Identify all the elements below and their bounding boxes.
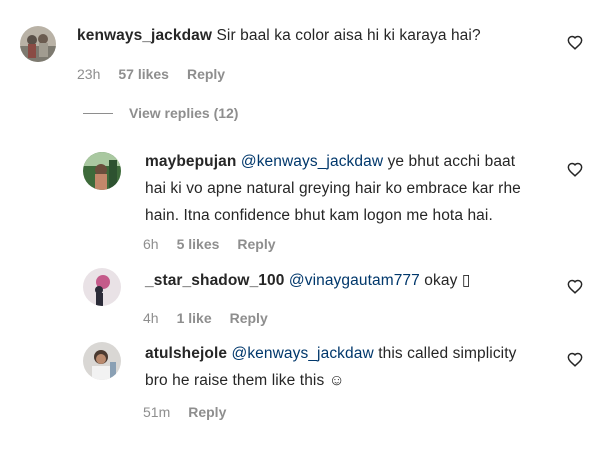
comment-meta: 23h 57 likes Reply <box>77 66 225 82</box>
comment-text: maybepujan @kenways_jackdaw ye bhut acch… <box>145 148 545 229</box>
comment-time[interactable]: 4h <box>143 310 159 326</box>
reply-button[interactable]: Reply <box>237 236 275 252</box>
comment-body: Sir baal ka color aisa hi ki karaya hai? <box>216 27 481 44</box>
view-replies-label: View replies (12) <box>129 105 239 121</box>
mention-link[interactable]: @kenways_jackdaw <box>241 153 383 170</box>
mention-link[interactable]: @vinaygautam777 <box>289 272 420 289</box>
comment-meta: 6h 5 likes Reply <box>143 236 276 252</box>
view-replies-toggle[interactable]: View replies (12) <box>83 105 238 121</box>
avatar[interactable] <box>20 26 56 62</box>
comment-meta: 4h 1 like Reply <box>143 310 268 326</box>
reply-button[interactable]: Reply <box>230 310 268 326</box>
comment-username[interactable]: atulshejole <box>145 345 227 362</box>
heart-outline-icon[interactable] <box>567 162 583 177</box>
avatar-image <box>20 26 56 62</box>
comment-username[interactable]: _star_shadow_100 <box>145 272 284 289</box>
comment-text: kenways_jackdaw Sir baal ka color aisa h… <box>77 22 557 49</box>
comment-likes[interactable]: 1 like <box>177 310 212 326</box>
comment-likes[interactable]: 5 likes <box>177 236 220 252</box>
comment-time[interactable]: 51m <box>143 404 170 420</box>
heart-outline-icon[interactable] <box>567 352 583 367</box>
comment-username[interactable]: kenways_jackdaw <box>77 27 212 44</box>
heart-outline-icon[interactable] <box>567 35 583 50</box>
avatar-image <box>83 342 121 380</box>
comment-body: okay ▯ <box>424 272 471 289</box>
mention-link[interactable]: @kenways_jackdaw <box>232 345 374 362</box>
comment-body-line: bro he raise them like this ☺ <box>145 372 345 389</box>
comment-likes[interactable]: 57 likes <box>118 66 169 82</box>
avatar-image <box>83 268 121 306</box>
comment-text: atulshejole @kenways_jackdaw this called… <box>145 340 545 394</box>
heart-outline-icon[interactable] <box>567 279 583 294</box>
comment-body-line: this called simplicity <box>378 345 517 362</box>
avatar[interactable] <box>83 152 121 190</box>
comment-body-line: ye bhut acchi baat <box>387 153 516 170</box>
comment-time[interactable]: 6h <box>143 236 159 252</box>
comment-meta: 51m Reply <box>143 404 226 420</box>
reply-button[interactable]: Reply <box>188 404 226 420</box>
comment-text: _star_shadow_100 @vinaygautam777 okay ▯ <box>145 267 545 294</box>
comment-body-line: hai ki vo apne natural greying hair ko e… <box>145 180 521 197</box>
avatar[interactable] <box>83 342 121 380</box>
divider-line <box>83 112 113 114</box>
avatar-image <box>83 152 121 190</box>
reply-button[interactable]: Reply <box>187 66 225 82</box>
comment-body-line: hain. Itna confidence bhut kam logon me … <box>145 207 493 224</box>
avatar[interactable] <box>83 268 121 306</box>
comment-username[interactable]: maybepujan <box>145 153 236 170</box>
comment-time[interactable]: 23h <box>77 66 100 82</box>
